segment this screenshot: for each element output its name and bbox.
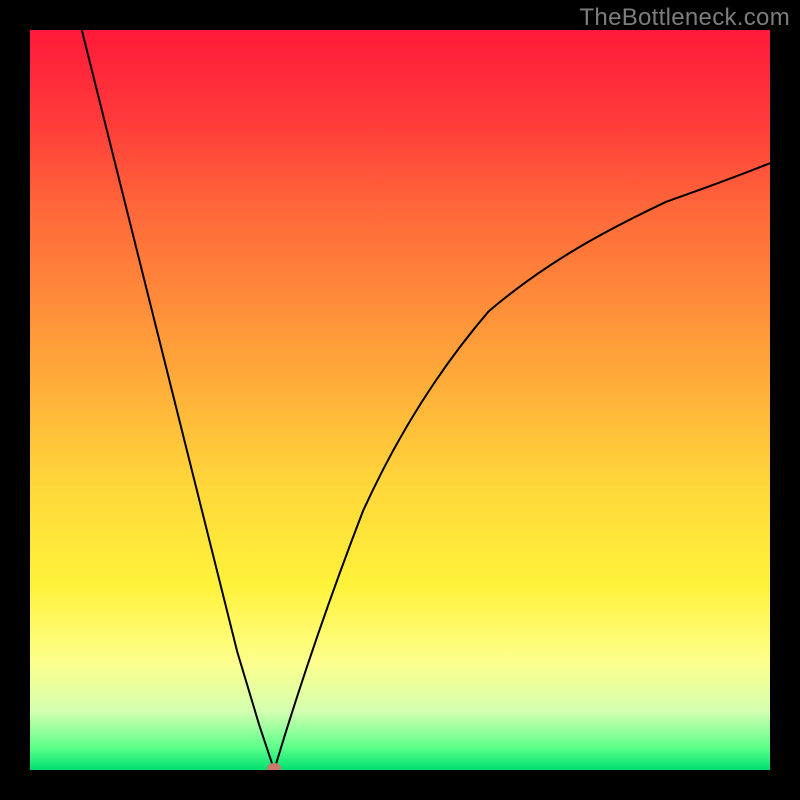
watermark-text: TheBottleneck.com bbox=[579, 4, 790, 32]
curve-left-branch bbox=[82, 30, 274, 770]
bottleneck-curve bbox=[30, 30, 770, 770]
optimum-marker bbox=[267, 763, 281, 770]
chart-frame: TheBottleneck.com bbox=[0, 0, 800, 800]
curve-right-branch bbox=[274, 163, 770, 770]
plot-area bbox=[30, 30, 770, 770]
